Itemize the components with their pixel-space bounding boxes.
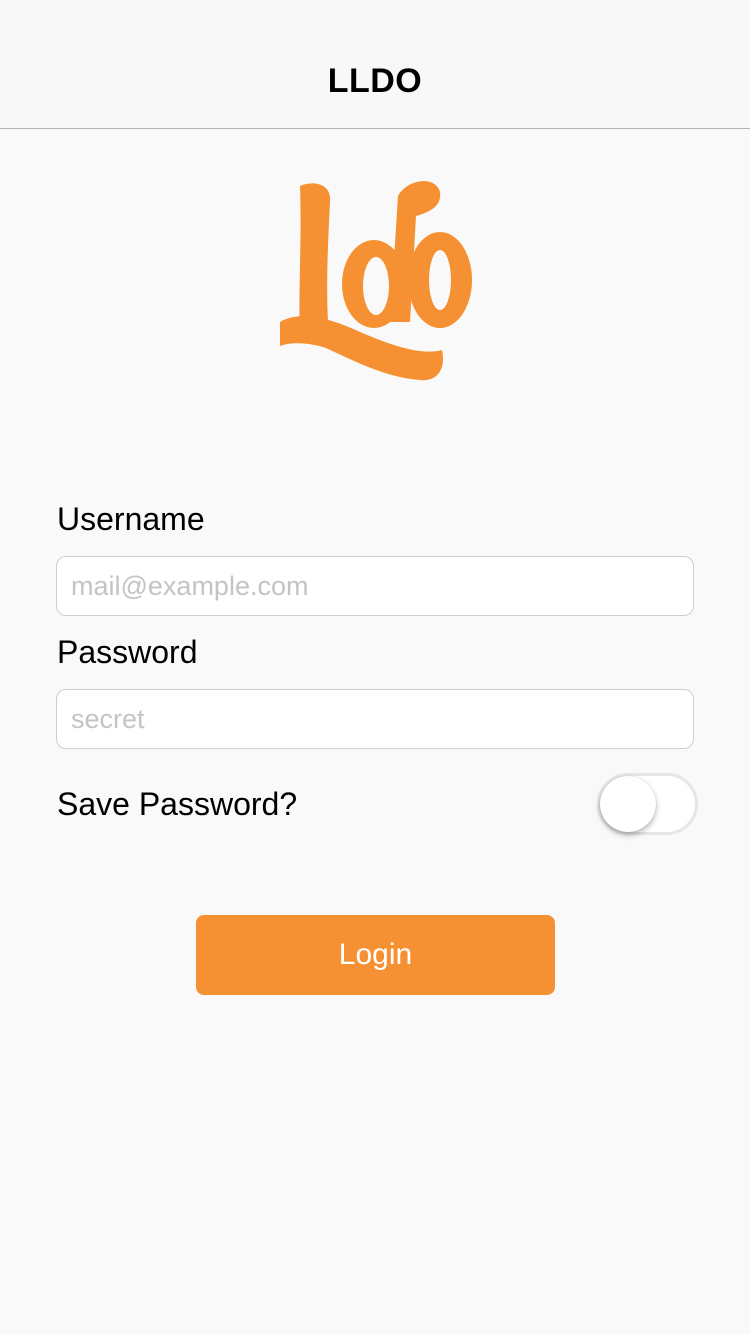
page-title: LLDO	[327, 62, 423, 100]
navigation-bar: LLDO	[0, 0, 750, 129]
password-label: Password	[57, 634, 198, 670]
username-label: Username	[57, 501, 205, 537]
username-input[interactable]	[56, 556, 694, 616]
password-input[interactable]	[56, 689, 694, 749]
save-password-label: Save Password?	[57, 786, 298, 822]
save-password-toggle[interactable]	[597, 773, 698, 835]
ldo-logo-icon	[280, 181, 472, 381]
login-button[interactable]: Login	[196, 915, 555, 995]
toggle-knob	[600, 776, 656, 832]
brand-logo	[270, 172, 480, 387]
